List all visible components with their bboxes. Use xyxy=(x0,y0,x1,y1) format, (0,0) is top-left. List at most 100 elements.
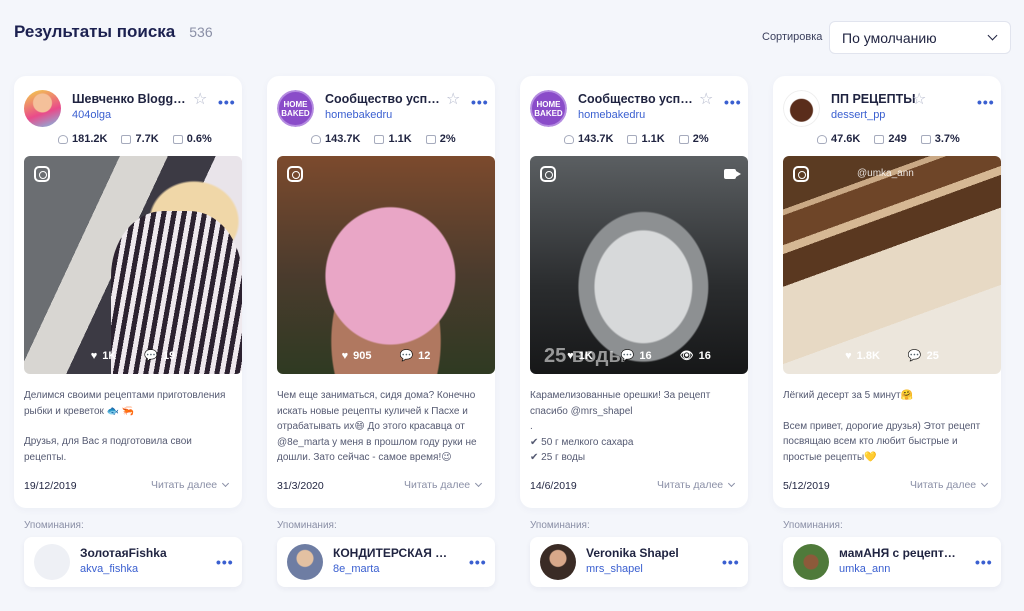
more-icon[interactable]: ••• xyxy=(724,94,742,110)
read-more-button[interactable]: Читать далее xyxy=(910,479,989,491)
followers-count: 181.2K xyxy=(72,133,108,145)
post-date: 5/12/2019 xyxy=(783,480,830,492)
mention-card[interactable]: КОНДИТЕРСКАЯ ХИ... 8e_marta ••• xyxy=(277,537,495,587)
more-icon[interactable]: ••• xyxy=(216,554,234,570)
blogger-handle[interactable]: homebakedru xyxy=(578,109,645,121)
post-date: 14/6/2019 xyxy=(530,480,577,492)
chevron-down-icon xyxy=(222,479,230,487)
blogger-name[interactable]: Шевченко Blogge... xyxy=(72,92,190,106)
post-description: Лёгкий десерт за 5 минут🤗 Всем привет, до… xyxy=(783,390,981,463)
post-card: Шевченко Blogge... 404olga ☆ ••• 181.2K … xyxy=(14,76,242,508)
mention-name: ЗолотаяFishka xyxy=(80,546,167,560)
stats-row: 47.6K 249 3.7% xyxy=(817,133,960,145)
avatar[interactable]: HOME BAKED xyxy=(277,90,314,127)
comment-icon: 💬 xyxy=(144,350,159,362)
mention-handle[interactable]: 8e_marta xyxy=(333,563,379,575)
followers-count: 47.6K xyxy=(831,133,861,145)
heart-icon: ♥ xyxy=(90,349,98,362)
comments-count: 19 xyxy=(163,349,176,362)
followers-icon xyxy=(817,134,827,144)
page-title: Результаты поиска xyxy=(14,22,176,41)
mention-handle[interactable]: umka_ann xyxy=(839,563,890,575)
instagram-icon xyxy=(540,166,556,182)
comment-icon: 💬 xyxy=(620,350,635,362)
er-icon xyxy=(172,134,183,144)
comments-count: 25 xyxy=(926,349,939,362)
sort-value: По умолчанию xyxy=(842,29,937,46)
followers-icon xyxy=(564,134,574,144)
mention-handle[interactable]: akva_fishka xyxy=(80,563,138,575)
heart-icon: ♥ xyxy=(567,349,574,362)
er-value: 3.7% xyxy=(934,133,960,145)
posts-icon xyxy=(627,134,638,144)
more-icon[interactable]: ••• xyxy=(471,94,489,110)
mention-name: Veronika Shapel xyxy=(586,546,679,560)
blogger-handle[interactable]: homebakedru xyxy=(325,109,392,121)
read-more-button[interactable]: Читать далее xyxy=(404,479,483,491)
post-image[interactable]: ♥ 905 💬 12 xyxy=(277,156,495,374)
post-image[interactable]: @umka_ann ♥ 1.8K 💬 25 xyxy=(783,156,1001,374)
mention-card[interactable]: ЗолотаяFishka akva_fishka ••• xyxy=(24,537,242,587)
mentions-label: Упоминания: xyxy=(530,520,590,531)
post-image[interactable]: ♥ 1K 💬 19 xyxy=(24,156,242,374)
more-icon[interactable]: ••• xyxy=(977,94,995,110)
chevron-down-icon xyxy=(728,479,736,487)
eye-icon: 👁 xyxy=(679,350,694,362)
star-icon[interactable]: ☆ xyxy=(193,89,207,109)
avatar xyxy=(34,544,70,580)
heart-icon: ♥ xyxy=(341,349,349,362)
posts-icon xyxy=(874,134,885,144)
post-description: Чем еще заниматься, сидя дома? Конечно и… xyxy=(277,390,477,463)
blogger-handle[interactable]: 404olga xyxy=(72,109,111,121)
read-more-button[interactable]: Читать далее xyxy=(657,479,736,491)
avatar xyxy=(793,544,829,580)
sort-select[interactable]: По умолчанию xyxy=(829,21,1011,54)
chevron-down-icon xyxy=(475,479,483,487)
er-icon xyxy=(425,134,436,144)
avatar[interactable] xyxy=(24,90,61,127)
likes-count: 1.8K xyxy=(856,349,880,362)
stats-row: 143.7K 1.1K 2% xyxy=(564,133,709,145)
instagram-icon xyxy=(287,166,303,182)
posts-icon xyxy=(121,134,132,144)
star-icon[interactable]: ☆ xyxy=(912,89,926,109)
read-more-button[interactable]: Читать далее xyxy=(151,479,230,491)
blogger-name[interactable]: Сообщество успе... xyxy=(578,92,696,106)
more-icon[interactable]: ••• xyxy=(722,554,740,570)
mention-handle[interactable]: mrs_shapel xyxy=(586,563,643,575)
followers-count: 143.7K xyxy=(325,133,361,145)
video-camera-icon xyxy=(724,169,741,179)
heart-icon: ♥ xyxy=(845,349,852,362)
blogger-name[interactable]: ПП РЕЦЕПТЫ xyxy=(831,92,949,106)
avatar[interactable]: HOME BAKED xyxy=(530,90,567,127)
likes-count: 905 xyxy=(353,349,372,362)
mention-name: КОНДИТЕРСКАЯ ХИ... xyxy=(333,546,453,560)
more-icon[interactable]: ••• xyxy=(218,94,236,110)
mention-card[interactable]: мамАНЯ с рецепта... umka_ann ••• xyxy=(783,537,1001,587)
stats-row: 143.7K 1.1K 2% xyxy=(311,133,456,145)
star-icon[interactable]: ☆ xyxy=(699,89,713,109)
post-video[interactable]: 25 воды ♥ 1K 💬 16 👁 16 xyxy=(530,156,748,374)
sort-label: Сортировка xyxy=(762,31,823,43)
instagram-icon xyxy=(34,166,50,182)
comment-icon: 💬 xyxy=(907,350,922,362)
star-icon[interactable]: ☆ xyxy=(446,89,460,109)
image-watermark: @umka_ann xyxy=(857,168,914,179)
comment-icon: 💬 xyxy=(399,350,414,362)
mention-name: мамАНЯ с рецепта... xyxy=(839,546,959,560)
post-card: HOME BAKED Сообщество успе... homebakedru… xyxy=(267,76,495,508)
er-value: 2% xyxy=(439,133,456,145)
more-icon[interactable]: ••• xyxy=(469,554,487,570)
avatar[interactable] xyxy=(783,90,820,127)
more-icon[interactable]: ••• xyxy=(975,554,993,570)
avatar xyxy=(540,544,576,580)
likes-count: 1K xyxy=(578,349,593,362)
results-header: Результаты поиска 536 xyxy=(14,22,213,42)
er-icon xyxy=(678,134,689,144)
blogger-handle[interactable]: dessert_pp xyxy=(831,109,885,121)
mention-card[interactable]: Veronika Shapel mrs_shapel ••• xyxy=(530,537,748,587)
comments-count: 12 xyxy=(418,349,431,362)
chevron-down-icon xyxy=(987,30,998,41)
blogger-name[interactable]: Сообщество успе... xyxy=(325,92,443,106)
er-value: 0.6% xyxy=(186,133,212,145)
